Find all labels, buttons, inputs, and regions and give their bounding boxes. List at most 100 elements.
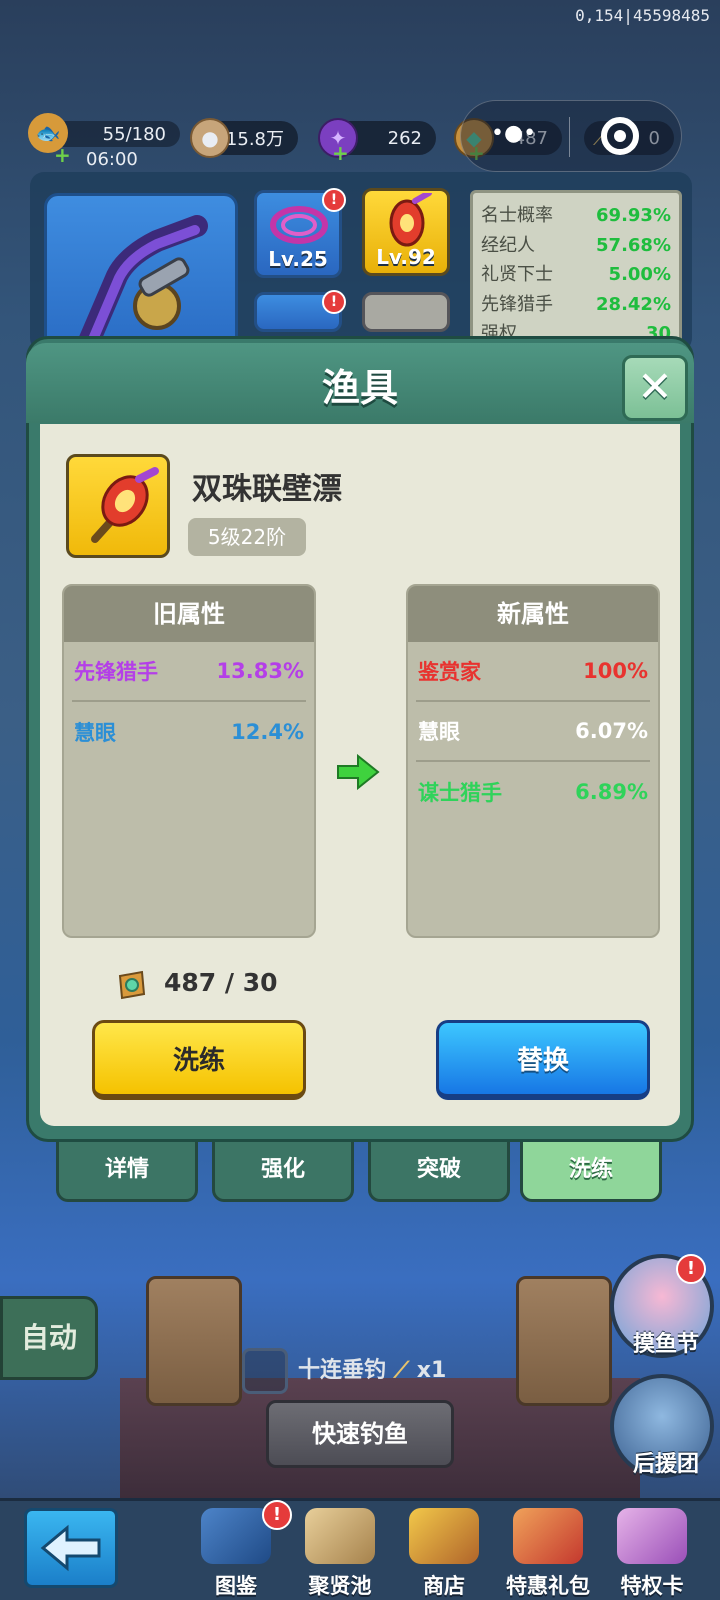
stat-row: 名士概率 69.93% (481, 201, 671, 231)
attribute-value: 6.89% (575, 780, 648, 804)
stat-name: 名士概率 (481, 205, 553, 226)
new-attributes-panel: 新属性 鉴赏家 100% 慧眼 6.07% 谋士猎手 6.89% (406, 584, 660, 938)
rod-ticket-icon: ⟋ (393, 1358, 410, 1383)
dock-post-left (146, 1276, 242, 1406)
add-stamina-icon[interactable]: + (54, 143, 71, 167)
nav-item-special-offers[interactable]: 特惠礼包 (496, 1508, 600, 1598)
equipment-slot-float[interactable]: Lv.92 (362, 188, 450, 276)
support-group-label: 后援团 (632, 1452, 699, 1477)
refine-cost: 487 / 30 (164, 968, 278, 997)
codex-book-icon (201, 1508, 271, 1564)
back-button[interactable] (24, 1508, 118, 1588)
coin-value: 15.8万 (225, 129, 284, 150)
festival-alert-badge: ! (676, 1254, 706, 1284)
attribute-value: 12.4% (231, 720, 304, 744)
gift-chest-icon (513, 1508, 583, 1564)
fishing-rod-icon (76, 215, 208, 357)
attribute-value: 13.83% (216, 659, 304, 683)
attribute-name: 鉴赏家 (418, 660, 481, 684)
slot-level: Lv.25 (268, 247, 328, 271)
fishing-rod-display[interactable] (44, 193, 238, 357)
nav-item-privilege-card[interactable]: 特权卡 (604, 1508, 700, 1598)
shop-basket-icon (409, 1508, 479, 1564)
back-arrow-icon (40, 1524, 101, 1572)
tab-refine[interactable]: 洗练 (520, 1142, 662, 1202)
miniprogram-capsule: •●• (460, 100, 682, 172)
stat-row: 礼贤下士 5.00% (481, 260, 671, 290)
attribute-name: 先锋猎手 (74, 660, 158, 684)
stat-row: 先锋猎手 28.42% (481, 290, 671, 320)
treasure-map-icon (305, 1508, 375, 1564)
refine-stone-icon (118, 970, 146, 1000)
nav-item-shop[interactable]: 商店 (394, 1508, 494, 1598)
close-icon: ✕ (637, 362, 673, 411)
ten-cast-option: 十连垂钓 ⟋ x1 (298, 1352, 446, 1384)
nav-item-recruit-pool[interactable]: 聚贤池 (290, 1508, 390, 1598)
privilege-card-icon (617, 1508, 687, 1564)
gem-counter: ✦ 262 + (318, 118, 436, 165)
ten-cast-count: x1 (416, 1358, 447, 1383)
support-group-button[interactable]: 后援团 (610, 1374, 714, 1478)
fishing-festival-label: 摸鱼节 (632, 1332, 699, 1357)
item-name: 双珠联壁漂 (192, 472, 342, 507)
quick-fish-button[interactable]: 快速钓鱼 (266, 1400, 454, 1468)
old-attributes-title: 旧属性 (64, 586, 314, 642)
attribute-value: 6.07% (575, 719, 648, 743)
stat-value: 69.93% (596, 205, 671, 226)
coin-counter: ● 15.8万 (190, 118, 298, 158)
tab-details[interactable]: 详情 (56, 1142, 198, 1202)
gem-value: 262 (387, 127, 422, 149)
item-level-badge: 5级22阶 (188, 518, 306, 556)
coin-icon: ● (190, 118, 230, 158)
tab-breakthrough[interactable]: 突破 (368, 1142, 510, 1202)
close-miniprogram-icon[interactable] (601, 117, 639, 155)
close-button[interactable]: ✕ (622, 355, 688, 421)
stat-name: 礼贤下士 (481, 264, 553, 285)
old-attributes-panel: 旧属性 先锋猎手 13.83% 慧眼 12.4% (62, 584, 316, 938)
ten-cast-label: 十连垂钓 (298, 1358, 387, 1383)
old-attribute-row: 慧眼 12.4% (72, 702, 306, 762)
attribute-name: 慧眼 (74, 721, 116, 745)
stamina-timer: 06:00 (86, 149, 138, 170)
item-icon-frame (66, 454, 170, 558)
nav-label: 特惠礼包 (506, 1574, 590, 1598)
refine-button-label: 洗练 (172, 1046, 225, 1076)
bonus-stats-panel: 名士概率 69.93% 经纪人 57.68% 礼贤下士 5.00% 先锋猎手 28.42… (470, 190, 682, 350)
modal-title: 渔具 (321, 366, 398, 410)
dock-post-right (516, 1276, 612, 1406)
stat-name: 先锋猎手 (481, 293, 553, 315)
float-icon (91, 467, 159, 543)
stat-name: 经纪人 (481, 234, 535, 256)
stat-value: 28.42% (596, 293, 671, 315)
new-attribute-row: 鉴赏家 100% (416, 642, 650, 702)
stat-value: 5.00% (608, 264, 671, 285)
slot-alert-badge: ! (322, 290, 346, 314)
ten-cast-checkbox[interactable] (242, 1348, 288, 1394)
attribute-name: 慧眼 (418, 720, 460, 744)
codex-alert-badge: ! (262, 1500, 292, 1530)
replace-button-label: 替换 (516, 1046, 569, 1076)
add-gem-icon[interactable]: + (332, 141, 349, 165)
replace-button[interactable]: 替换 (436, 1020, 650, 1100)
stamina-counter: 🐟 55/180 + (28, 113, 180, 167)
more-icon[interactable]: •●• (491, 121, 536, 146)
stamina-value: 55/180 (102, 123, 166, 145)
new-attribute-row: 慧眼 6.07% (416, 702, 650, 762)
refine-button[interactable]: 洗练 (92, 1020, 306, 1100)
nav-label: 商店 (423, 1574, 465, 1598)
stat-value: 57.68% (596, 234, 671, 256)
new-attributes-title: 新属性 (408, 586, 658, 642)
attribute-name: 谋士猎手 (418, 781, 502, 805)
float-icon (389, 190, 432, 247)
session-id-text: 0,154|45598485 (575, 6, 710, 25)
capsule-divider (569, 117, 570, 157)
new-attribute-row: 谋士猎手 6.89% (416, 762, 650, 822)
arrow-right-icon (337, 754, 380, 790)
equipment-slot-bait[interactable] (362, 292, 450, 332)
slot-alert-badge: ! (322, 188, 346, 212)
stat-row: 经纪人 57.68% (481, 231, 671, 261)
tab-enhance[interactable]: 强化 (212, 1142, 354, 1202)
nav-label: 特权卡 (620, 1574, 684, 1598)
slot-level: Lv.92 (376, 245, 436, 269)
auto-button[interactable]: 自动 (0, 1296, 98, 1380)
